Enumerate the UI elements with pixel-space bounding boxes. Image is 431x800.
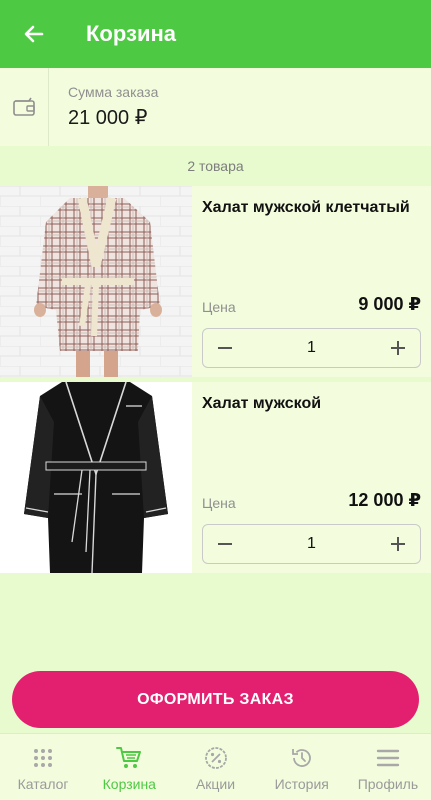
- plus-icon: [391, 537, 405, 551]
- nav-item-promotions[interactable]: Акции: [172, 734, 258, 800]
- quantity-value: 1: [307, 339, 316, 356]
- back-button[interactable]: [0, 0, 68, 68]
- product-image-black-robe[interactable]: [0, 382, 192, 573]
- wallet-icon: [13, 97, 35, 116]
- nav-label: Корзина: [102, 776, 156, 792]
- nav-label: Акции: [195, 776, 236, 792]
- decrease-quantity-button[interactable]: [203, 329, 247, 367]
- order-sum-value: 21 000 ₽: [68, 107, 148, 129]
- page-title: Корзина: [86, 21, 176, 46]
- nav-item-profile[interactable]: Профиль: [345, 734, 431, 800]
- percent-badge-icon: [204, 747, 227, 769]
- cart-item: Халат мужской Цена 12 000 ₽ 1: [0, 382, 431, 573]
- place-order-button[interactable]: ОФОРМИТЬ ЗАКАЗ: [12, 671, 419, 728]
- arrow-left-icon: [24, 25, 44, 43]
- cart-item: Халат мужской клетчатый Цена 9 000 ₽ 1: [0, 186, 431, 377]
- checkered-robe-picture: [0, 186, 192, 377]
- wallet-icon-cell: [0, 68, 49, 146]
- app-bar: Корзина: [0, 0, 431, 68]
- nav-item-cart[interactable]: Корзина: [86, 734, 172, 800]
- plus-icon: [391, 341, 405, 355]
- increase-quantity-button[interactable]: [376, 525, 420, 563]
- increase-quantity-button[interactable]: [376, 329, 420, 367]
- nav-item-history[interactable]: История: [259, 734, 345, 800]
- minus-icon: [218, 347, 232, 349]
- order-summary: Сумма заказа 21 000 ₽: [0, 68, 431, 146]
- menu-icon: [376, 749, 400, 767]
- bottom-navigation: Каталог Корзина Акции История Профиль: [0, 733, 431, 800]
- cart-icon: [116, 747, 142, 768]
- history-icon: [291, 749, 311, 767]
- grid-dots-icon: [34, 749, 53, 767]
- product-name[interactable]: Халат мужской: [202, 395, 421, 413]
- quantity-stepper: 1: [202, 328, 421, 368]
- minus-icon: [218, 543, 232, 545]
- product-price: 12 000 ₽: [348, 490, 421, 510]
- product-name[interactable]: Халат мужской клетчатый: [202, 199, 421, 217]
- decrease-quantity-button[interactable]: [203, 525, 247, 563]
- product-price: 9 000 ₽: [358, 294, 421, 314]
- nav-item-catalog[interactable]: Каталог: [0, 734, 86, 800]
- nav-label: Профиль: [357, 776, 419, 792]
- nav-label: Каталог: [17, 776, 69, 792]
- price-label: Цена: [202, 299, 236, 315]
- order-sum-label: Сумма заказа: [68, 84, 159, 100]
- quantity-stepper: 1: [202, 524, 421, 564]
- black-robe-picture: [0, 382, 192, 573]
- items-count: 2 товара: [187, 158, 244, 174]
- quantity-value: 1: [307, 535, 316, 552]
- nav-label: История: [274, 776, 329, 792]
- product-image-checkered-robe[interactable]: [0, 186, 192, 377]
- price-label: Цена: [202, 495, 236, 511]
